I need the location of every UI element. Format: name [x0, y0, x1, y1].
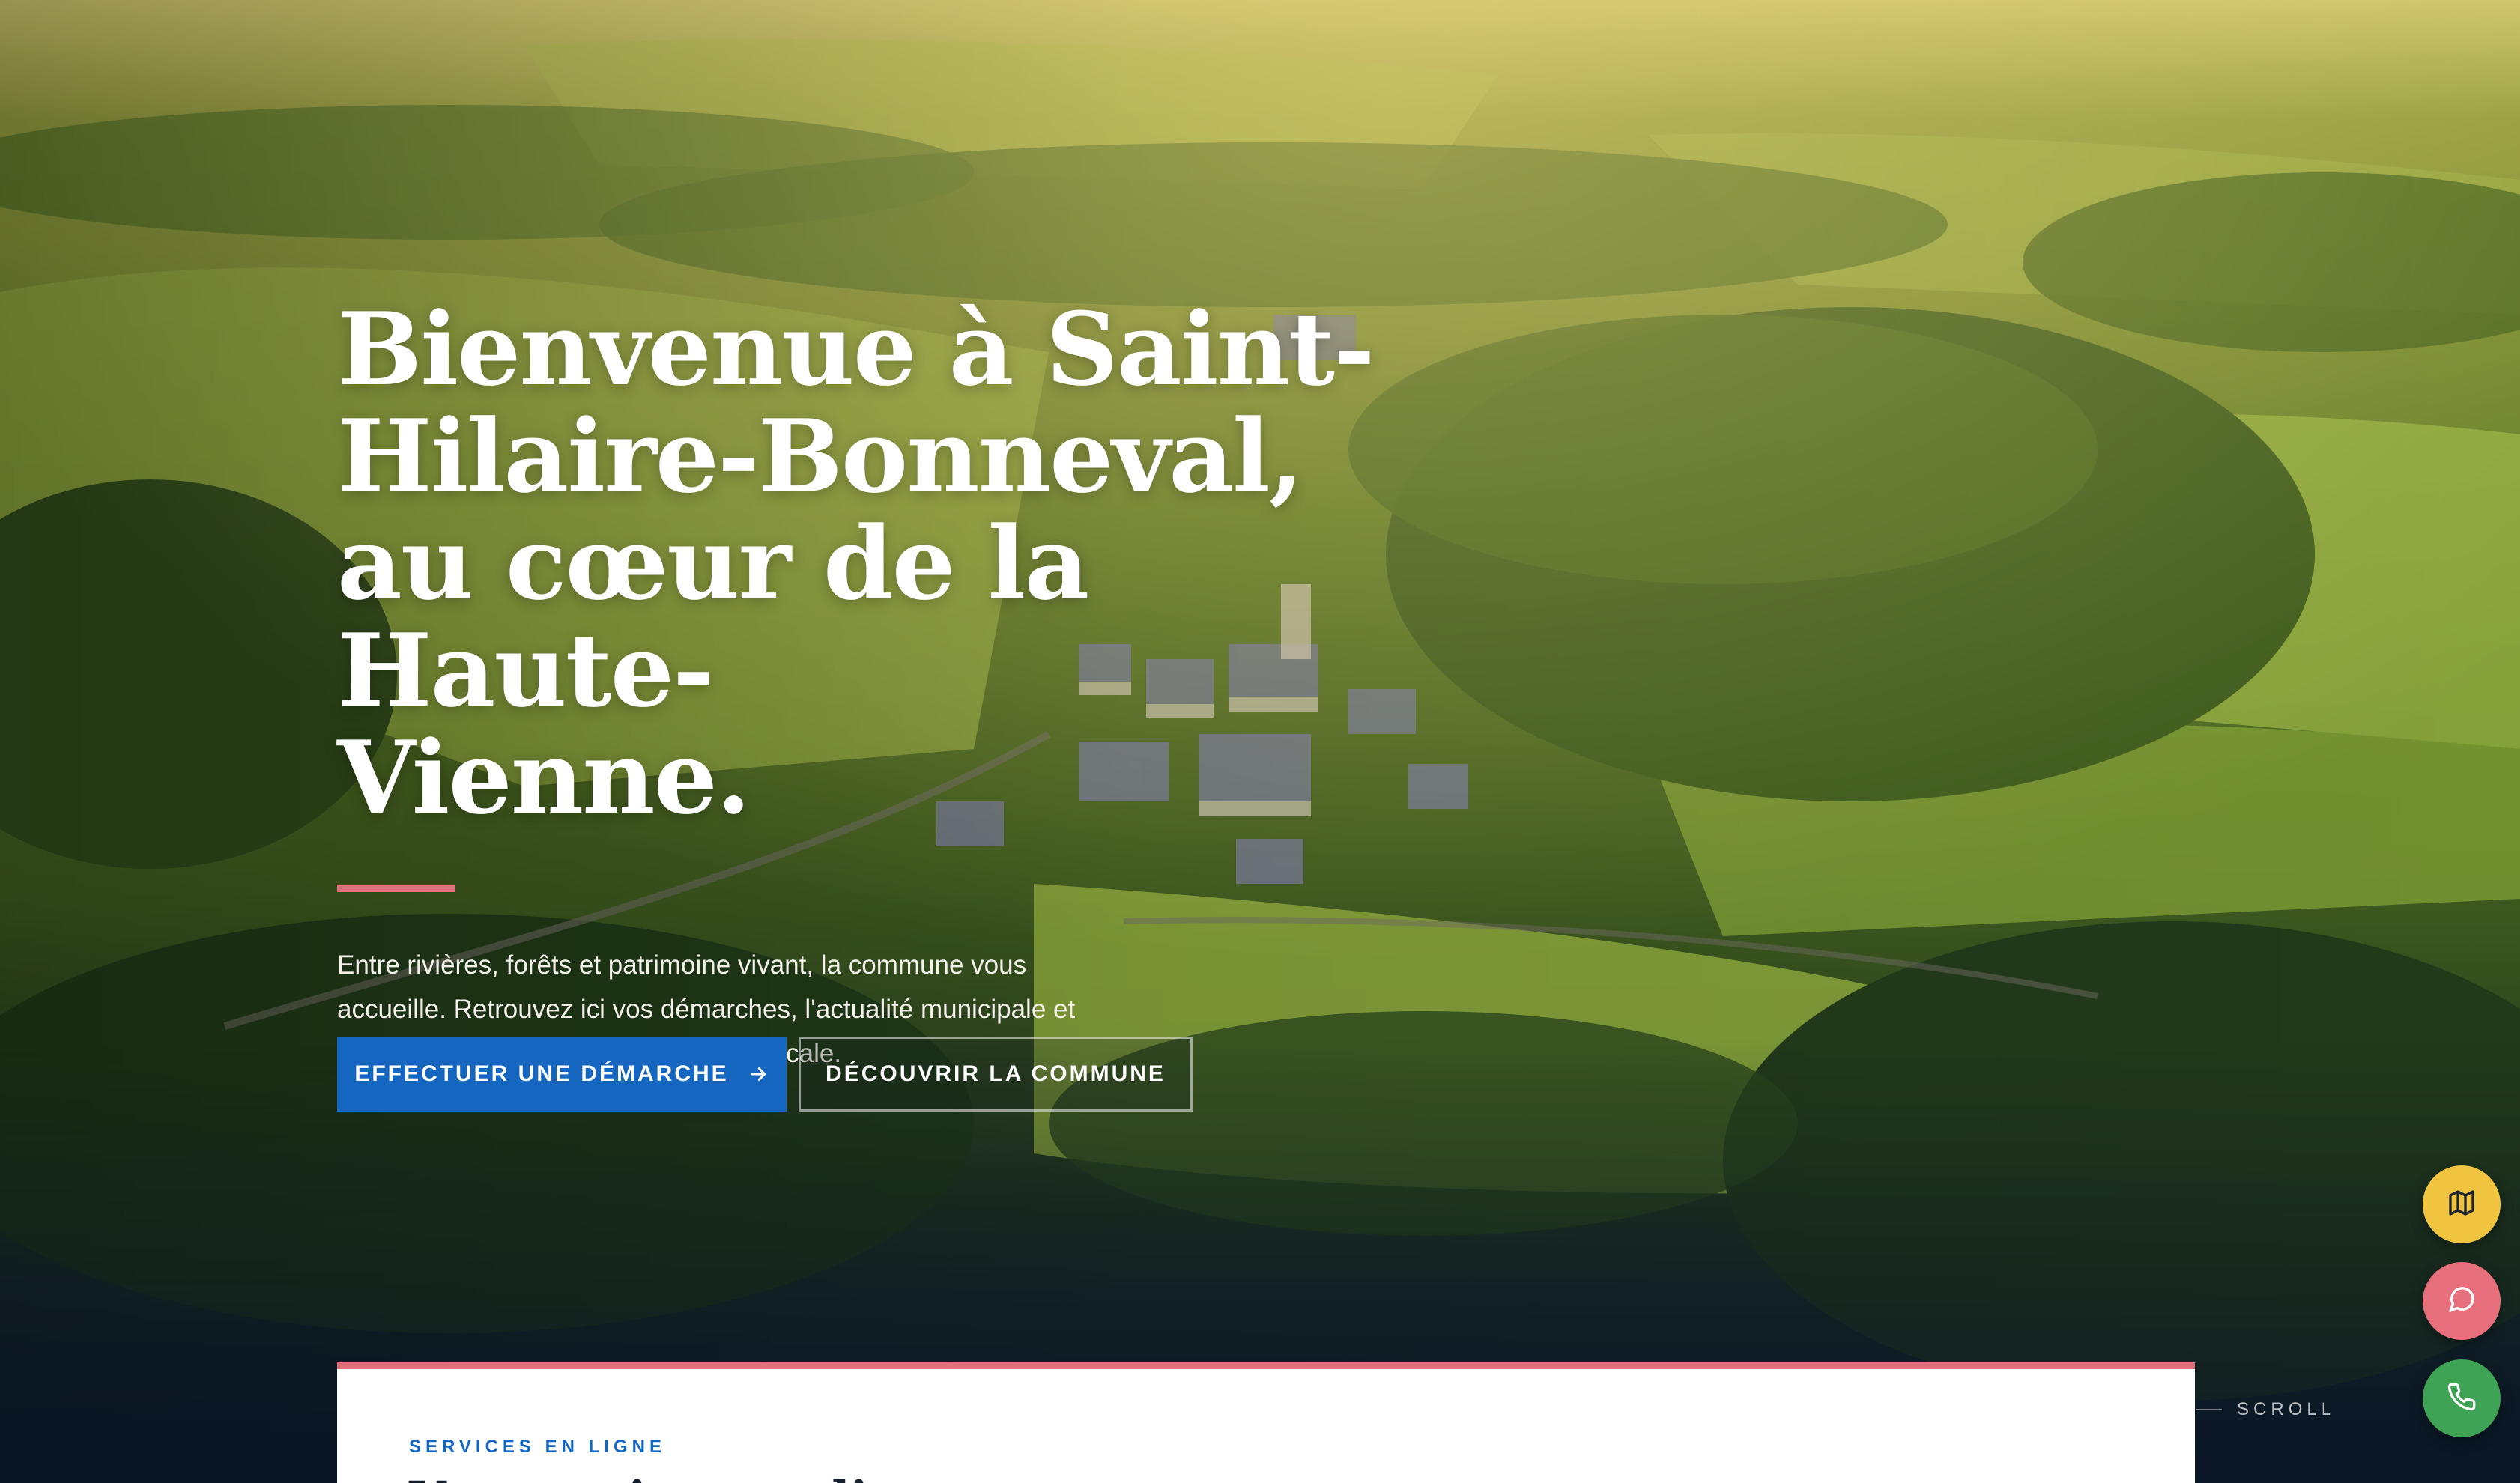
hero-lead-line: accueille. Retrouvez ici vos démarches, … — [337, 995, 1076, 1024]
hero-section: Bienvenue à Saint- Hilaire-Bonneval, au … — [0, 0, 2520, 1483]
services-heading: Vos services en ligne — [409, 1470, 967, 1483]
map-button[interactable] — [2423, 1165, 2501, 1243]
chat-button[interactable] — [2423, 1262, 2501, 1340]
phone-button[interactable] — [2423, 1359, 2501, 1437]
map-icon — [2447, 1188, 2477, 1222]
phone-icon — [2447, 1382, 2477, 1416]
services-eyebrow: SERVICES EN LIGNE — [409, 1437, 666, 1457]
hero-title-line: au cœur de la Haute- — [337, 504, 1089, 730]
decouvrir-commune-button[interactable]: DÉCOUVRIR LA COMMUNE — [799, 1037, 1193, 1112]
effectuer-demarche-button[interactable]: EFFECTUER UNE DÉMARCHE — [337, 1037, 787, 1112]
decouvrir-commune-label: DÉCOUVRIR LA COMMUNE — [826, 1061, 1166, 1086]
hero-title: Bienvenue à Saint- Hilaire-Bonneval, au … — [337, 296, 1461, 831]
scroll-indicator[interactable]: SCROLL — [2196, 1399, 2336, 1420]
effectuer-demarche-label: EFFECTUER UNE DÉMARCHE — [354, 1061, 729, 1086]
hero-title-line: Bienvenue à Saint- — [337, 290, 1375, 408]
services-card: SERVICES EN LIGNE Vos services en ligne — [337, 1362, 2195, 1483]
hero-title-line: Vienne. — [337, 718, 751, 837]
hero-lead-line: Entre rivières, forêts et patrimoine viv… — [337, 950, 1027, 980]
arrow-right-icon — [747, 1063, 769, 1085]
scroll-line — [2196, 1409, 2222, 1410]
hero-content: Bienvenue à Saint- Hilaire-Bonneval, au … — [337, 296, 1461, 1102]
accent-divider — [337, 885, 455, 892]
chat-icon — [2447, 1285, 2477, 1318]
hero-title-line: Hilaire-Bonneval, — [337, 397, 1304, 515]
scroll-label: SCROLL — [2237, 1399, 2336, 1419]
hero-cta-row: EFFECTUER UNE DÉMARCHE DÉCOUVRIR LA COMM… — [337, 1037, 1193, 1112]
